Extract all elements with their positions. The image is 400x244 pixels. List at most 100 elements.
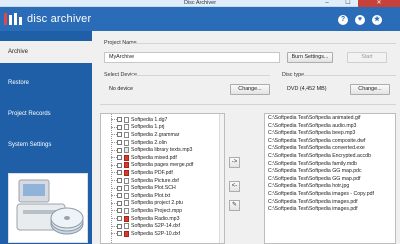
burn-settings-button[interactable]: Burn Settings... [287,52,333,63]
sidebar-item-restore[interactable]: Restore [0,72,92,94]
close-button[interactable]: ✕ [358,0,400,7]
file-icon [124,116,129,123]
disc-type-label: Disc type [282,72,305,78]
file-checkbox[interactable] [117,140,122,146]
file-icon [124,131,129,138]
list-item[interactable]: C:\Softpedia Test\Softpedia images - Cop… [268,191,374,199]
tree-row[interactable]: Softpedia Project.mpp [111,207,182,215]
file-icon [124,223,129,230]
file-checkbox[interactable] [117,155,122,161]
list-item[interactable]: C:\Softpedia Test\Softpedia beep.mp3 [268,130,355,138]
device-value: No device [109,86,133,92]
tree-row[interactable]: Softpedia Picture.dxf [111,177,179,185]
app-logo: disc archiver [4,11,91,27]
add-to-list-button[interactable]: -> [229,157,240,168]
file-checkbox[interactable] [117,223,122,229]
tree-row[interactable]: Softpedia S2P-10.dxf [111,230,180,238]
tree-row[interactable]: Softpedia Plot.txt [111,192,170,200]
file-checkbox[interactable] [117,117,122,123]
sidebar-item-project-records[interactable]: Project Records [0,103,92,125]
pdf-file-icon [124,154,129,161]
tree-row[interactable]: Softpedia 1.prj [111,124,164,132]
file-icon [124,207,129,214]
file-checkbox[interactable] [117,162,122,168]
file-name: Softpedia Project.mpp [131,207,183,214]
tree-row[interactable]: Softpedia project 2.ptu [111,200,183,208]
file-checkbox[interactable] [117,231,122,237]
file-checkbox[interactable] [117,216,122,222]
file-name: Softpedia pages merge.pdf [131,162,194,169]
file-name: Softpedia Plot.txt [131,192,171,199]
list-item[interactable]: C:\Softpedia Test\Softpedia audio.mp3 [268,123,356,131]
file-name: Softpedia PDF.pdf [131,169,173,176]
tree-row[interactable]: Softpedia pages merge.pdf [111,162,193,170]
file-icon [124,139,129,146]
file-name: Softpedia 1.prj [131,124,165,131]
file-checkbox[interactable] [117,147,122,153]
file-checkbox[interactable] [117,193,122,199]
edit-icon[interactable]: ✎ [229,200,240,211]
minimize-button[interactable]: – [318,0,336,7]
sidebar: Archive Restore Project Records System S… [0,31,94,244]
selected-files-list[interactable]: C:\Softpedia Test\Softpedia animated.gif… [264,113,396,244]
divider [302,75,396,76]
start-button[interactable]: Start [347,52,387,63]
file-name: Softpedia Picture.dxf [131,177,179,184]
file-name: Softpedia project 2.ptu [131,200,183,207]
help-icon[interactable]: ? [338,15,348,25]
sidebar-item-system-settings[interactable]: System Settings [0,134,92,156]
list-item[interactable]: C:\Softpedia Test\Softpedia GG map.pdc [268,168,362,176]
file-checkbox[interactable] [117,208,122,214]
file-name: Softpedia library texts.mp3 [131,147,193,154]
file-name: Softpedia 2.olin [131,139,167,146]
file-name: Softpedia S2P-14.dxf [131,223,181,230]
list-item[interactable]: C:\Softpedia Test\Softpedia animated.gif [268,115,360,123]
file-checkbox[interactable] [117,200,122,206]
disc-type-value: DVD (4,452 MB) [287,86,327,92]
tree-row[interactable]: Softpedia S2P-14.dxf [111,222,180,230]
logo-text: disc archiver [27,13,92,25]
tree-row[interactable]: Softpedia PDF.pdf [111,169,173,177]
pdf-file-icon [124,162,129,169]
tree-row[interactable]: Softpedia mixed.pdf [111,154,177,162]
file-name: Softpedia 2.grammar [131,131,180,138]
file-checkbox[interactable] [117,170,122,176]
heart-icon[interactable]: ♥ [355,15,365,25]
file-icon [124,124,129,131]
list-item[interactable]: C:\Softpedia Test\Softpedia images.pdf [268,199,358,207]
tree-scrollbar[interactable] [219,114,224,243]
product-image [8,173,88,243]
star-icon[interactable]: ★ [372,15,382,25]
file-checkbox[interactable] [117,124,122,130]
list-item[interactable]: C:\Softpedia Test\Softpedia family.mdb [268,161,357,169]
maximize-button[interactable]: ☐ [339,0,357,7]
file-icon [124,177,129,184]
file-checkbox[interactable] [117,132,122,138]
tree-row[interactable]: Softpedia 2.grammar [111,131,179,139]
list-item[interactable]: C:\Softpedia Test\Softpedia converted.ex… [268,145,365,153]
tree-row[interactable]: Softpedia Radio.mp3 [111,215,179,223]
list-item[interactable]: C:\Softpedia Test\Softpedia composite.dw… [268,138,365,146]
tree-row[interactable]: Softpedia library texts.mp3 [111,146,192,154]
list-item[interactable]: C:\Softpedia Test\Softpedia images.pdf [268,206,358,214]
file-icon [124,200,129,207]
window-title-bar: Disc Archiver – ☐ ✕ [0,0,400,7]
logo-icon [4,13,24,25]
file-tree[interactable]: Softpedia 1.dg7 Softpedia 1.prj Softpedia … [100,113,225,244]
tree-row[interactable]: Softpedia 1.dg7 [111,116,167,124]
remove-from-list-button[interactable]: <- [229,181,240,192]
sidebar-item-archive[interactable]: Archive [0,41,94,63]
list-item[interactable]: C:\Softpedia Test\Softpedia hotr.jpg [268,183,349,191]
file-icon [124,147,129,154]
file-checkbox[interactable] [117,185,122,191]
pdf-file-icon [124,230,129,237]
list-item[interactable]: C:\Softpedia Test\Softpedia Encrypted.ac… [268,153,371,161]
disc-change-button[interactable]: Change... [350,84,390,95]
project-name-input[interactable]: MyArchive [104,52,280,63]
tree-row[interactable]: Softpedia Plot.SCH [111,184,176,192]
file-name: Softpedia mixed.pdf [131,154,177,161]
device-change-button[interactable]: Change... [230,84,270,95]
list-item[interactable]: C:\Softpedia Test\Softpedia GG map.pdf [268,176,360,184]
file-checkbox[interactable] [117,178,122,184]
tree-row[interactable]: Softpedia 2.olin [111,139,167,147]
